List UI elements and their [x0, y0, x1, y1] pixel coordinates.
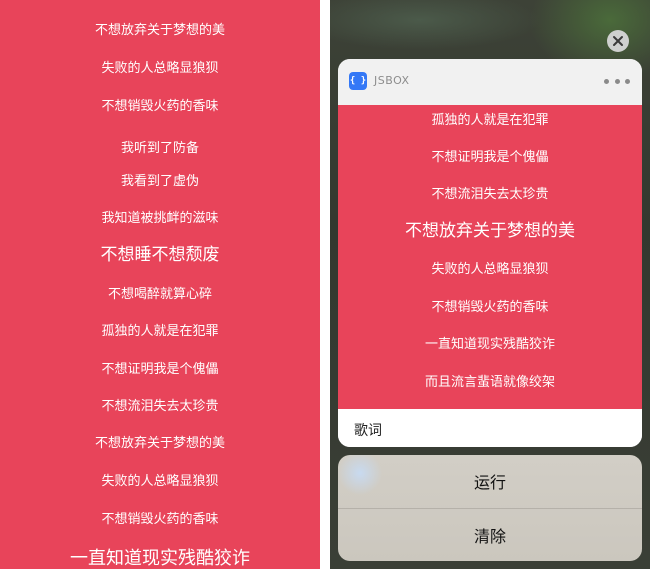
lyrics-widget: { } JSBOX 孤独的人就是在犯罪 不想证明我是个傀儡 不想流泪失去太珍贵 … — [338, 59, 642, 447]
lyric-line-current: 不想放弃关于梦想的美 — [405, 221, 575, 241]
lyric-line: 不想流泪失去太珍贵 — [101, 399, 219, 414]
lyric-line: 失败的人总略显狼狈 — [101, 474, 219, 489]
widget-footer: 歌词 — [338, 409, 642, 447]
lyric-line: 一直知道现实残酷狡诈 — [70, 548, 250, 569]
lyric-line: 不想销毁火药的香味 — [431, 300, 549, 315]
lyric-line-current: 不想睡不想颓废 — [100, 245, 220, 265]
lyric-line: 失败的人总略显狼狈 — [431, 262, 549, 277]
more-options-button[interactable] — [604, 73, 630, 89]
lyric-line: 不想证明我是个傀儡 — [101, 362, 219, 377]
clear-button[interactable]: 清除 — [338, 509, 642, 561]
lyric-line: 我听到了防备 — [120, 141, 199, 156]
widget-preview-screen: { } JSBOX 孤独的人就是在犯罪 不想证明我是个傀儡 不想流泪失去太珍贵 … — [330, 0, 650, 569]
lyric-line: 不想流泪失去太珍贵 — [431, 187, 549, 202]
widget-app-name: JSBOX — [374, 74, 410, 87]
jsbox-app-icon: { } — [349, 72, 367, 90]
lyrics-screen: 不想放弃关于梦想的美 失败的人总略显狼狈 不想销毁火药的香味 我听到了防备 我看… — [0, 0, 320, 569]
close-icon — [613, 36, 623, 46]
lyric-line: 孤独的人就是在犯罪 — [101, 324, 219, 339]
lyric-line: 不想放弃关于梦想的美 — [94, 436, 225, 451]
lyric-line: 一直知道现实残酷狡诈 — [424, 337, 555, 352]
ellipsis-icon — [614, 78, 620, 84]
close-button[interactable] — [607, 30, 629, 52]
ellipsis-icon — [625, 78, 630, 84]
lyric-line: 不想证明我是个傀儡 — [431, 150, 549, 165]
lyric-line: 不想销毁火药的香味 — [101, 512, 219, 527]
widget-header: { } JSBOX — [338, 59, 642, 105]
widget-footer-label: 歌词 — [354, 423, 382, 439]
lyric-line: 失败的人总略显狼狈 — [101, 61, 219, 76]
lyric-line: 不想喝醉就算心碎 — [107, 287, 212, 302]
run-button[interactable]: 运行 — [338, 455, 642, 507]
widget-lyrics-area: 孤独的人就是在犯罪 不想证明我是个傀儡 不想流泪失去太珍贵 不想放弃关于梦想的美… — [338, 105, 642, 409]
ellipsis-icon — [604, 78, 609, 84]
action-sheet: 运行 清除 — [338, 455, 642, 561]
lyric-line: 我知道被挑衅的滋味 — [101, 211, 219, 226]
lyric-line: 我看到了虚伪 — [120, 174, 199, 189]
lyric-line: 不想放弃关于梦想的美 — [94, 23, 225, 38]
lyric-line: 孤独的人就是在犯罪 — [431, 113, 549, 128]
lyric-line: 而且流言蜚语就像绞架 — [424, 375, 555, 390]
lyric-line: 不想销毁火药的香味 — [101, 99, 219, 114]
